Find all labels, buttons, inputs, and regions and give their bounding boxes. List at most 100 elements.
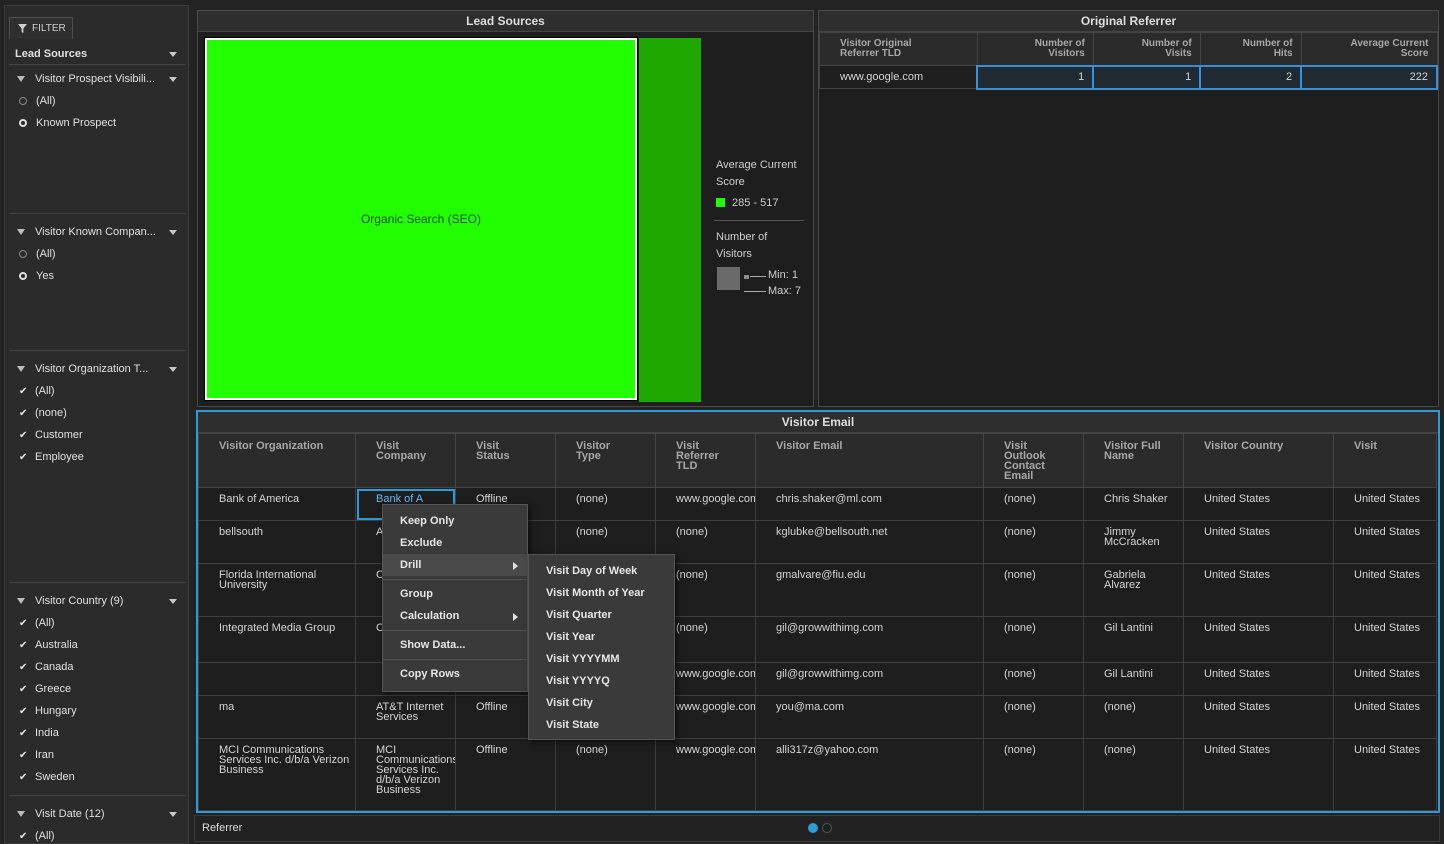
table-cell[interactable]: United States xyxy=(1333,662,1437,696)
collapse-triangle-icon[interactable] xyxy=(17,811,25,817)
table-cell[interactable]: (none) xyxy=(983,520,1084,564)
column-header[interactable]: Number of Visits xyxy=(1092,32,1201,66)
table-cell[interactable]: ma xyxy=(198,695,356,739)
treemap-tile-secondary[interactable] xyxy=(639,38,701,402)
chevron-down-icon[interactable] xyxy=(169,599,177,604)
table-cell[interactable]: United States xyxy=(1333,616,1437,663)
filter-option[interactable]: ✔ India xyxy=(9,722,185,744)
table-cell[interactable]: Gil Lantini xyxy=(1083,616,1184,663)
column-header[interactable]: Visit Status xyxy=(455,433,556,488)
table-row[interactable]: www.google.com 1 1 2 222 xyxy=(819,64,1438,90)
filter-option[interactable]: ✔ (none) xyxy=(9,402,185,424)
checkmark-icon[interactable]: ✔ xyxy=(19,452,28,463)
filter-option[interactable]: ✔ (All) xyxy=(9,612,185,634)
checkmark-icon[interactable]: ✔ xyxy=(19,750,28,761)
table-cell[interactable]: (none) xyxy=(983,738,1084,811)
column-header[interactable]: Visitor Country xyxy=(1183,433,1334,488)
column-header[interactable]: Visitor Type xyxy=(555,433,656,488)
checkmark-icon[interactable]: ✔ xyxy=(19,408,28,419)
filter-option[interactable]: (All) xyxy=(9,243,185,265)
table-cell[interactable]: gmalvare@fiu.edu xyxy=(755,563,984,617)
menu-item-visit-city[interactable]: Visit City xyxy=(529,692,674,714)
checkmark-icon[interactable]: ✔ xyxy=(19,662,28,673)
table-cell[interactable]: United States xyxy=(1333,695,1437,739)
menu-item-calculation[interactable]: Calculation xyxy=(383,605,527,627)
menu-item-visit-state[interactable]: Visit State xyxy=(529,714,674,736)
filter-option[interactable]: ✔ Greece xyxy=(9,678,185,700)
filter-tab[interactable]: FILTER xyxy=(9,17,73,39)
chevron-down-icon[interactable] xyxy=(169,77,177,82)
chevron-down-icon[interactable] xyxy=(169,367,177,372)
filter-option[interactable]: ✔ Australia xyxy=(9,634,185,656)
checkmark-icon[interactable]: ✔ xyxy=(19,728,28,739)
table-cell[interactable]: kglubke@bellsouth.net xyxy=(755,520,984,564)
column-header[interactable]: Number of Visitors xyxy=(976,32,1094,66)
table-cell[interactable]: gil@growwithimg.com xyxy=(755,662,984,696)
filter-option[interactable]: ✔ Canada xyxy=(9,656,185,678)
filter-option[interactable]: ✔ Employee xyxy=(9,446,185,468)
filter-option[interactable]: ✔ (All) xyxy=(9,825,185,843)
menu-item-visit-month-of-year[interactable]: Visit Month of Year xyxy=(529,582,674,604)
column-header[interactable]: Visit Company xyxy=(355,433,456,488)
menu-item-copy-rows[interactable]: Copy Rows xyxy=(383,663,527,685)
menu-item-visit-year[interactable]: Visit Year xyxy=(529,626,674,648)
table-cell[interactable]: MCI Communications Services Inc. d/b/a V… xyxy=(198,738,356,811)
column-header[interactable]: Number of Hits xyxy=(1199,32,1302,66)
table-cell[interactable]: United States xyxy=(1333,563,1437,617)
table-cell[interactable]: United States xyxy=(1183,695,1334,739)
checkmark-icon[interactable]: ✔ xyxy=(19,386,28,397)
checkmark-icon[interactable]: ✔ xyxy=(19,430,28,441)
table-cell[interactable]: (none) xyxy=(1083,738,1184,811)
table-row[interactable]: ma AT&T Internet Services Offline www.googl… xyxy=(198,695,1437,739)
page-dot-active[interactable] xyxy=(808,823,818,833)
table-cell[interactable]: (none) xyxy=(555,487,656,521)
checkmark-icon[interactable]: ✔ xyxy=(19,772,28,783)
menu-item-exclude[interactable]: Exclude xyxy=(383,532,527,554)
checkmark-icon[interactable]: ✔ xyxy=(19,831,28,842)
menu-item-show-data[interactable]: Show Data... xyxy=(383,634,527,656)
table-cell[interactable]: Gabriela Alvarez xyxy=(1083,563,1184,617)
table-cell[interactable]: Bank of America xyxy=(198,487,356,521)
chevron-down-icon[interactable] xyxy=(169,812,177,817)
column-header[interactable]: Visitor Organization xyxy=(198,433,356,488)
filter-option[interactable]: ✔ Hungary xyxy=(9,700,185,722)
radio-icon[interactable] xyxy=(19,97,27,105)
table-cell[interactable]: United States xyxy=(1183,616,1334,663)
column-header[interactable]: Visit xyxy=(1333,433,1437,488)
chevron-down-icon[interactable] xyxy=(169,230,177,235)
table-cell[interactable]: Gil Lantini xyxy=(1083,662,1184,696)
menu-item-visit-yyyyq[interactable]: Visit YYYYQ xyxy=(529,670,674,692)
column-header[interactable]: Visitor Full Name xyxy=(1083,433,1184,488)
column-header[interactable]: Visitor Email xyxy=(755,433,984,488)
table-cell[interactable]: United States xyxy=(1183,520,1334,564)
checkmark-icon[interactable]: ✔ xyxy=(19,640,28,651)
table-cell[interactable]: www.google.com xyxy=(655,487,756,521)
table-cell[interactable]: alli317z@yahoo.com xyxy=(755,738,984,811)
filter-group-header[interactable]: Visit Date (12) xyxy=(9,803,185,825)
table-cell[interactable]: (none) xyxy=(983,616,1084,663)
column-header[interactable]: Average Current Score xyxy=(1300,32,1438,66)
filter-option[interactable]: Yes xyxy=(9,265,185,287)
table-row[interactable]: MCI Communications Services Inc. d/b/a V… xyxy=(198,738,1437,811)
table-cell-selected[interactable]: 1 xyxy=(1092,64,1202,90)
collapse-triangle-icon[interactable] xyxy=(17,229,25,235)
table-cell[interactable]: gil@growwithimg.com xyxy=(755,616,984,663)
table-cell[interactable]: chris.shaker@ml.com xyxy=(755,487,984,521)
filter-group-header[interactable]: Visitor Country (9) xyxy=(9,590,185,612)
menu-item-drill[interactable]: Drill xyxy=(383,554,527,576)
table-cell-selected[interactable]: 1 xyxy=(976,64,1095,90)
table-cell-selected[interactable]: 222 xyxy=(1300,64,1438,90)
filter-option[interactable]: ✔ (All) xyxy=(9,380,185,402)
table-cell[interactable] xyxy=(198,662,356,696)
filter-option[interactable]: ✔ Iran xyxy=(9,744,185,766)
filter-group-header[interactable]: Visitor Prospect Visibili... xyxy=(9,68,185,90)
table-cell[interactable]: United States xyxy=(1333,520,1437,564)
radio-selected-icon[interactable] xyxy=(19,272,27,280)
collapse-triangle-icon[interactable] xyxy=(17,598,25,604)
table-cell[interactable]: (none) xyxy=(983,563,1084,617)
table-cell[interactable]: United States xyxy=(1183,738,1334,811)
menu-item-group[interactable]: Group xyxy=(383,583,527,605)
checkmark-icon[interactable]: ✔ xyxy=(19,618,28,629)
table-cell[interactable]: www.google.com xyxy=(819,65,978,89)
filter-group-header[interactable]: Visitor Organization T... xyxy=(9,358,185,380)
